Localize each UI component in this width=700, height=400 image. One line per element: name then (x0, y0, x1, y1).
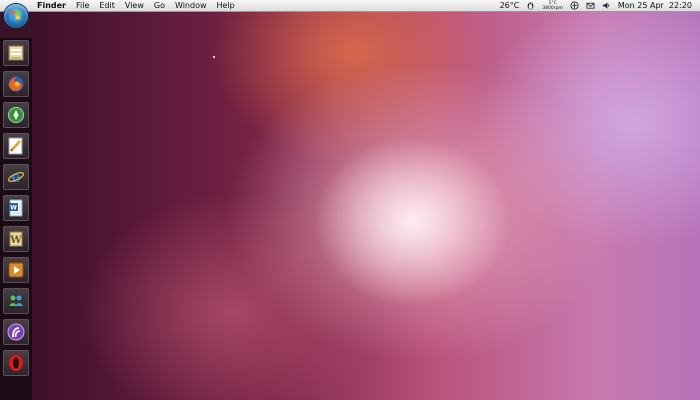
opera-icon[interactable] (3, 350, 29, 376)
clock[interactable]: Mon 25 Apr 22:20 (618, 0, 692, 11)
network-icon[interactable] (570, 1, 579, 10)
svg-text:W: W (10, 205, 17, 212)
wordpad-icon[interactable]: W (3, 226, 29, 252)
menu-go[interactable]: Go (154, 0, 165, 11)
sensor-readout[interactable]: 1°C 3800rpm (542, 1, 563, 11)
mouse-pointer (213, 56, 215, 58)
svg-text:W: W (9, 235, 22, 246)
bittorrent-icon[interactable] (3, 319, 29, 345)
menu-list: Finder File Edit View Go Window Help (37, 0, 235, 11)
mail-icon[interactable] (586, 1, 595, 10)
top-menu-bar: Finder File Edit View Go Window Help 26°… (0, 0, 700, 12)
left-dock: e W W (0, 38, 32, 400)
menu-window[interactable]: Window (175, 0, 207, 11)
desktop-wallpaper (32, 12, 700, 400)
menu-help[interactable]: Help (217, 0, 235, 11)
menu-view[interactable]: View (125, 0, 144, 11)
volume-icon[interactable] (602, 1, 611, 10)
temperature-readout[interactable]: 26°C (500, 0, 520, 11)
word-document-icon[interactable]: W (3, 195, 29, 221)
firefox-icon[interactable] (3, 71, 29, 97)
text-editor-icon[interactable] (3, 133, 29, 159)
status-area: 26°C 1°C 3800rpm Mon 25 Apr 22:20 (500, 0, 692, 11)
internet-explorer-icon[interactable]: e (3, 164, 29, 190)
svg-text:e: e (11, 168, 21, 186)
menu-edit[interactable]: Edit (99, 0, 115, 11)
green-app-icon[interactable] (3, 102, 29, 128)
media-player-icon[interactable] (3, 257, 29, 283)
messenger-icon[interactable] (3, 288, 29, 314)
sensor-fan: 3800rpm (542, 5, 563, 11)
menu-app-name[interactable]: Finder (37, 0, 66, 11)
menu-file[interactable]: File (76, 0, 89, 11)
file-manager-icon[interactable] (3, 40, 29, 66)
tux-icon[interactable] (526, 1, 535, 10)
start-orb-icon[interactable] (4, 4, 28, 28)
